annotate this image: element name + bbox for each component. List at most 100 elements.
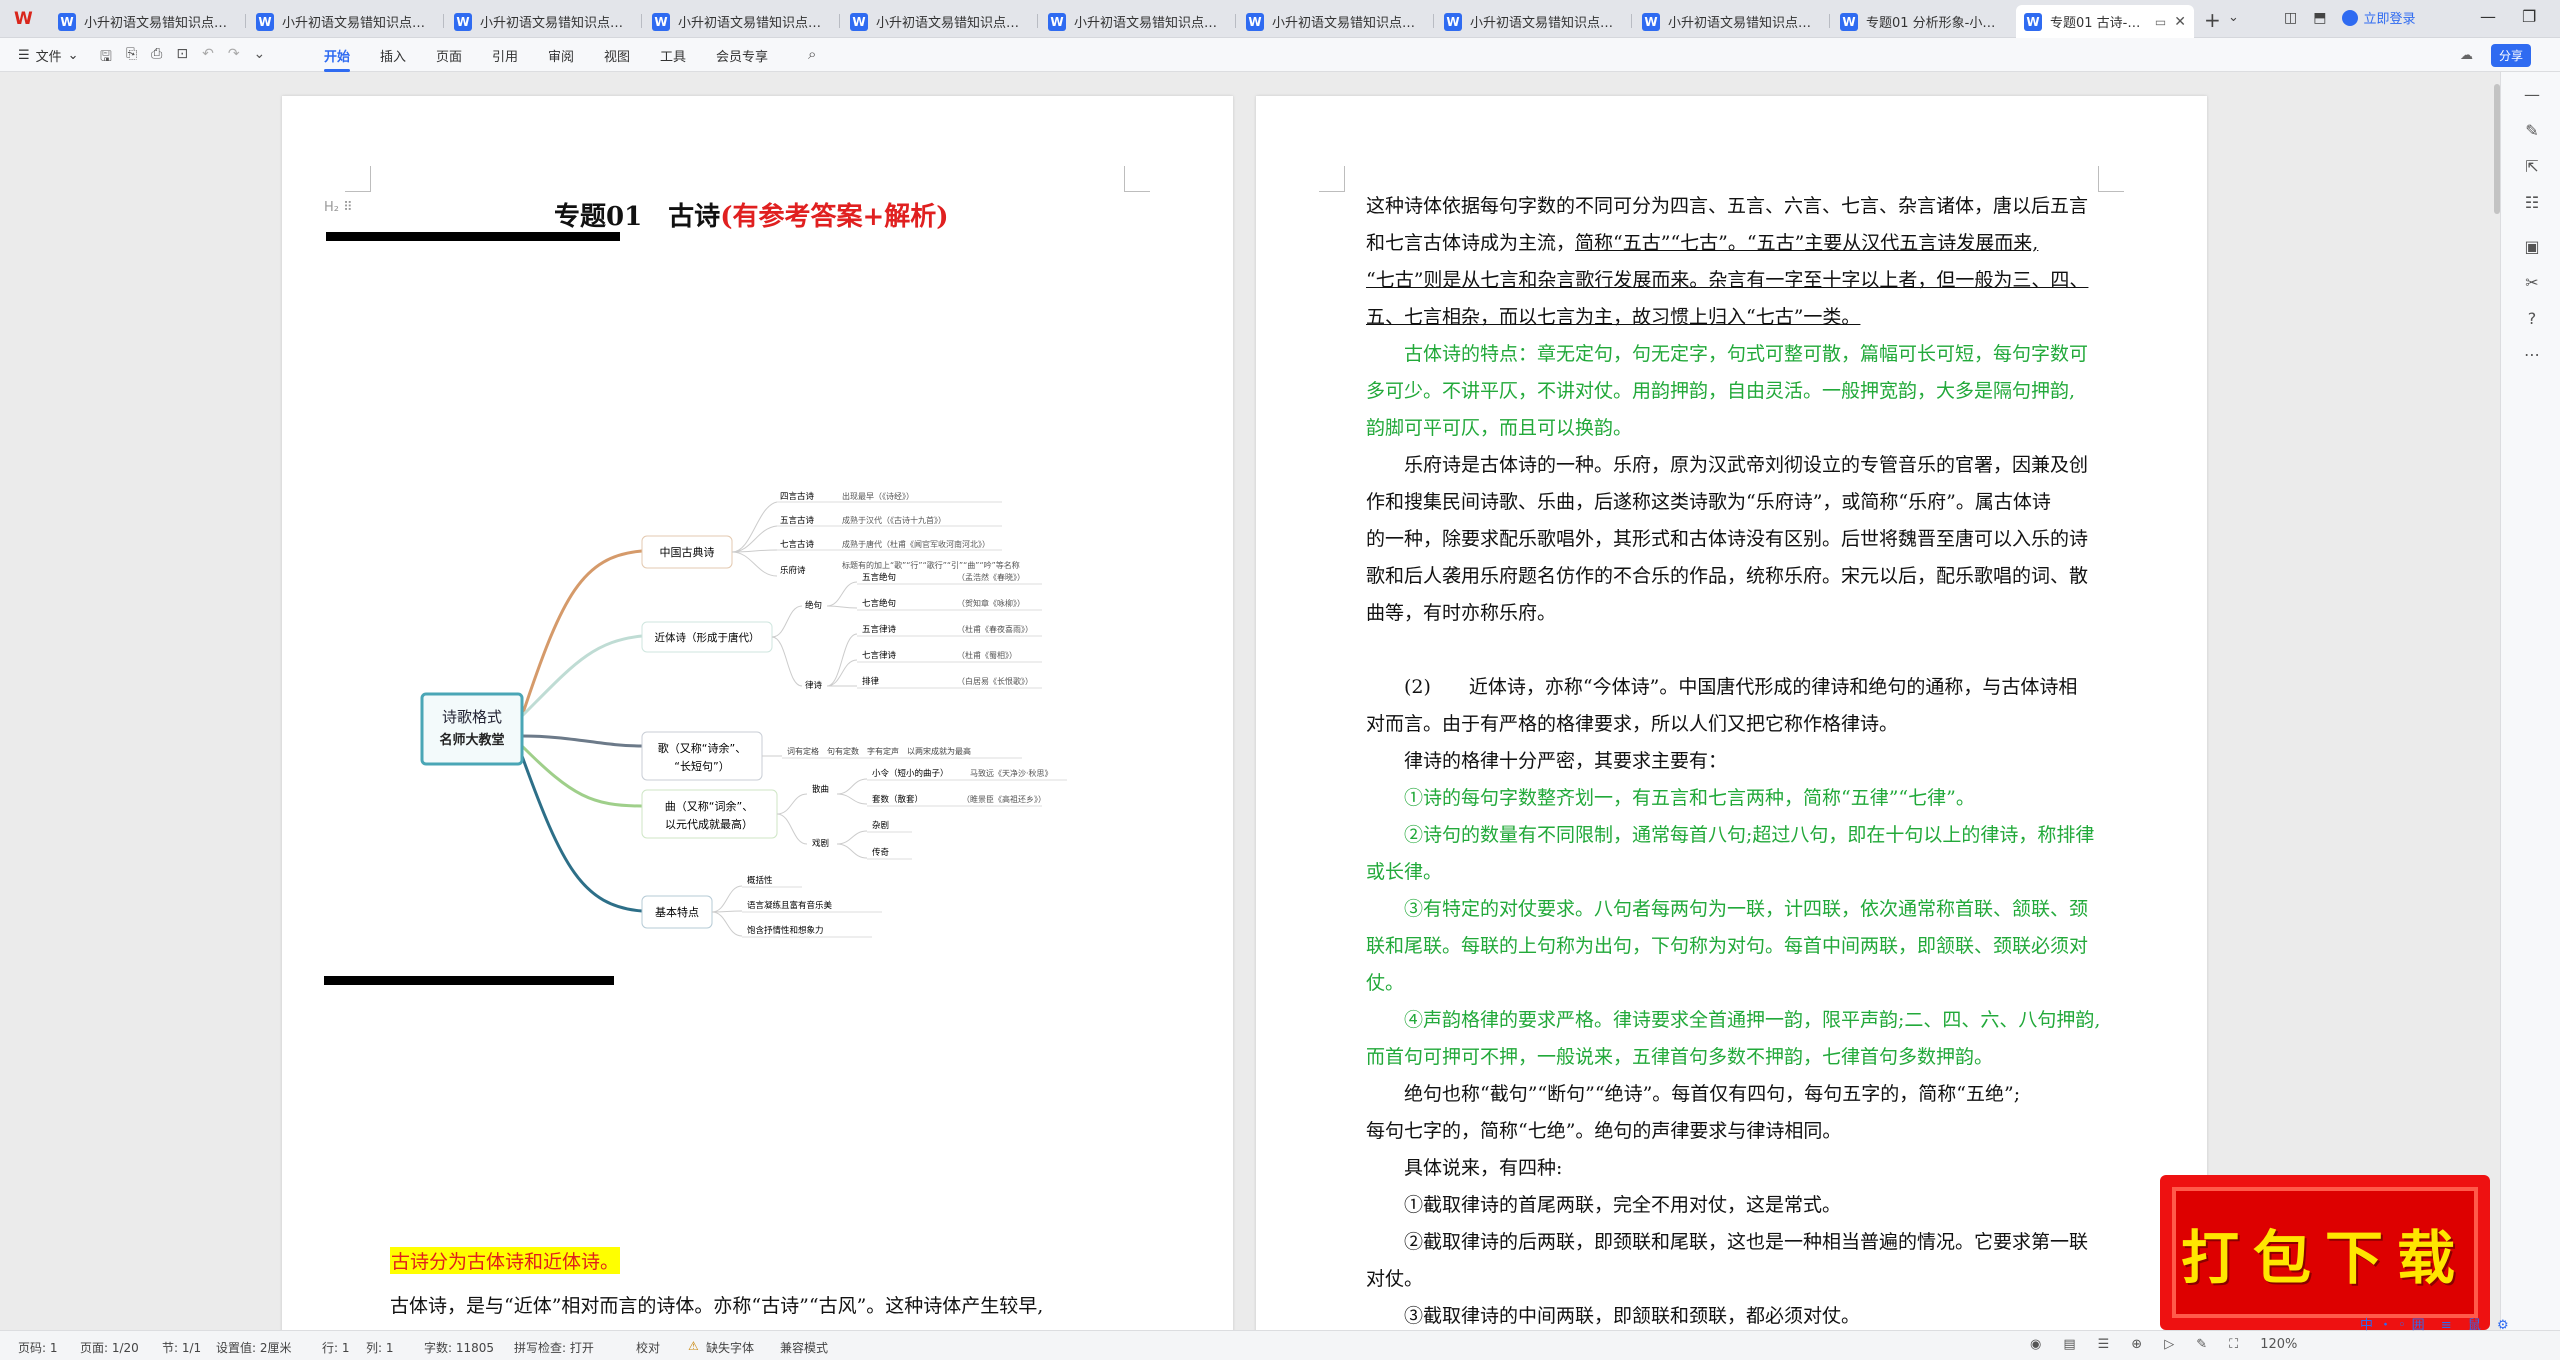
document-tab[interactable]: W 专题01 分析形象-小升初语文 — [1832, 5, 2012, 38]
mindmap-branch: 曲（又称“词余”、 — [665, 799, 753, 813]
document-tab[interactable]: W 小升初语文易错知识点专项练 — [1634, 5, 1824, 38]
tab-review[interactable]: 审阅 — [548, 46, 574, 65]
search-icon[interactable]: ⌕ — [808, 45, 816, 63]
new-tab-icon[interactable]: + — [2204, 8, 2221, 32]
window-layout-icon[interactable]: ◫ — [2284, 10, 2297, 26]
document-page-2[interactable]: 这种诗体依据每句字数的不同可分为四言、五言、六言、七言、杂言诸体，唐以后五言 和七… — [1256, 96, 2207, 1330]
restore-icon[interactable]: ❐ — [2522, 7, 2536, 26]
document-tab[interactable]: W 小升初语文易错知识点专项练 — [1238, 5, 1428, 38]
status-col[interactable]: 列: 1 — [366, 1339, 394, 1356]
status-section[interactable]: 节: 1/1 — [162, 1339, 201, 1356]
fit-page-icon[interactable]: ⛶ — [2229, 1337, 2238, 1352]
tab-tools[interactable]: 工具 — [660, 46, 686, 65]
mindmap-note: （贺知章《咏柳》） — [957, 598, 1025, 608]
export-pdf-icon[interactable]: ⎘ — [126, 46, 137, 70]
text-line: 绝句也称“截句”“断句”“绝诗”。每首仅有四句，每句五字的，简称“五绝”; — [1366, 1076, 2106, 1113]
adjust-icon[interactable]: ☷ — [2523, 194, 2541, 212]
right-sidebar: — ✎ ⇱ ☷ ▣ ✂ ? ⋯ — [2500, 72, 2560, 1330]
zoom-level[interactable]: 120% — [2260, 1337, 2297, 1352]
status-row[interactable]: 行: 1 — [322, 1339, 350, 1356]
download-package-banner[interactable]: 打包下载 — [2160, 1175, 2490, 1330]
text-line: ②截取律诗的后两联，即颈联和尾联，这也是一种相当普遍的情况。它要求第一联 — [1366, 1224, 2106, 1261]
undo-icon[interactable]: ↶ — [202, 46, 214, 70]
heading-style-icon[interactable]: H₂ ⠿ — [324, 200, 353, 215]
text-line: 古体诗的特点：章无定句，句无定字，句式可整可散，篇幅可长可短，每句字数可 — [1366, 336, 2106, 373]
document-workspace[interactable]: H₂ ⠿ 专题01 古诗(有参考答案+解析) 诗歌格式 名师大教堂 中国古典诗 … — [0, 72, 2500, 1330]
mindmap-leaf: 四言古诗 — [780, 491, 815, 502]
collapse-icon[interactable]: — — [2523, 86, 2541, 104]
status-page[interactable]: 页码: 1 — [18, 1339, 58, 1356]
status-setting[interactable]: 设置值: 2厘米 — [216, 1339, 292, 1356]
save-icon[interactable]: 🖫 — [100, 46, 112, 70]
print-icon[interactable]: ⎙ — [151, 46, 162, 70]
tab-home[interactable]: 开始 — [324, 46, 351, 72]
menu-icon: ☰ — [18, 48, 30, 63]
select-cursor-icon[interactable]: ⇱ — [2523, 158, 2541, 176]
document-page-1[interactable]: H₂ ⠿ 专题01 古诗(有参考答案+解析) 诗歌格式 名师大教堂 中国古典诗 … — [282, 96, 1233, 1330]
text-line: 曲等，有时亦称乐府。 — [1366, 595, 2106, 632]
more-chevron-icon[interactable]: ⌄ — [254, 46, 266, 70]
print-preview-icon[interactable]: ⊡ — [176, 46, 188, 70]
warning-icon: ⚠ — [688, 1339, 699, 1353]
redaction-bar — [324, 976, 614, 985]
login-button[interactable]: 立即登录 — [2342, 8, 2415, 27]
word-doc-icon: W — [2024, 12, 2042, 31]
skin-icon[interactable]: ⬒ — [2313, 10, 2326, 26]
mindmap-note: 成熟于唐代（杜甫《闻官军收河南河北》） — [842, 539, 990, 549]
document-tab[interactable]: W 小升初语文易错知识点专项练 — [50, 5, 240, 38]
eye-protect-icon[interactable]: ◉ — [2030, 1337, 2041, 1352]
word-doc-icon: W — [1642, 12, 1660, 31]
document-tab[interactable]: W 小升初语文易错知识点专项练 — [842, 5, 1032, 38]
share-button[interactable]: 分享 — [2491, 44, 2532, 67]
redo-icon[interactable]: ↷ — [228, 46, 240, 70]
screen-icon[interactable]: ▭ — [2155, 15, 2166, 29]
document-tab-active[interactable]: W 专题01 古诗-小升初语 ▭ ✕ — [2016, 5, 2194, 38]
web-view-icon[interactable]: ⊕ — [2131, 1337, 2142, 1352]
help-icon[interactable]: ? — [2523, 310, 2541, 328]
page-view-icon[interactable]: ▤ — [2063, 1337, 2075, 1352]
tab-references[interactable]: 引用 — [492, 46, 518, 65]
tab-label: 小升初语文易错知识点专项练 — [1272, 16, 1420, 31]
status-missing-font[interactable]: 缺失字体 — [706, 1339, 754, 1356]
text-line: “七古”则是从七言和杂言歌行发展而来。杂言有一字至十字以上者，但一般为三、四、 — [1366, 262, 2106, 299]
word-doc-icon: W — [1444, 12, 1462, 31]
file-menu-button[interactable]: ☰ 文件 ⌄ — [18, 46, 79, 65]
tab-label: 小升初语文易错知识点专项练 — [1470, 16, 1618, 31]
status-wordcount[interactable]: 字数: 11805 — [424, 1339, 494, 1356]
mindmap-center: 诗歌格式 — [442, 708, 502, 726]
close-tab-icon[interactable]: ✕ — [2174, 14, 2186, 30]
outline-view-icon[interactable]: ☰ — [2098, 1337, 2110, 1352]
document-tab[interactable]: W 小升初语文易错知识点专项练 — [446, 5, 636, 38]
status-spellcheck[interactable]: 拼写检查: 打开 — [514, 1339, 594, 1356]
tab-view[interactable]: 视图 — [604, 46, 630, 65]
line-text: 作和搜集民间诗歌、乐曲，后遂称这类诗歌为“乐府诗”，或简称“乐府”。属古体诗 — [1366, 491, 2051, 513]
tab-list-chevron-icon[interactable]: ⌄ — [2228, 10, 2239, 25]
document-tab[interactable]: W 小升初语文易错知识点专项练 — [644, 5, 834, 38]
text-line: 多可少。不讲平仄，不讲对仗。用韵押韵，自由灵活。一般押宽韵，大多是隔句押韵, — [1366, 373, 2106, 410]
document-tab[interactable]: W 小升初语文易错知识点专项练 — [248, 5, 438, 38]
text-line: ③截取律诗的中间两联，即颔联和颈联，都必须对仗。 — [1366, 1298, 2106, 1330]
document-tab[interactable]: W 小升初语文易错知识点专项练 — [1436, 5, 1626, 38]
status-proof[interactable]: 校对 — [636, 1339, 660, 1356]
tab-member[interactable]: 会员专享 — [716, 46, 768, 65]
document-tab[interactable]: W 小升初语文易错知识点专项练 — [1040, 5, 1230, 38]
write-mode-icon[interactable]: ✎ — [2196, 1337, 2207, 1352]
margin-mark — [1124, 166, 1150, 192]
tab-insert[interactable]: 插入 — [380, 46, 406, 65]
status-pages[interactable]: 页面: 1/20 — [80, 1339, 139, 1356]
wps-logo-icon[interactable]: W — [14, 9, 36, 29]
title-tab-bar: W W 小升初语文易错知识点专项练 W 小升初语文易错知识点专项练 W 小升初语… — [0, 0, 2560, 38]
page-title: 专题01 古诗(有参考答案+解析) — [554, 196, 949, 233]
line-text: 这种诗体依据每句字数的不同可分为四言、五言、六言、七言、杂言诸体，唐以后五言 — [1366, 195, 2089, 217]
cloud-icon[interactable]: ☁ — [2460, 48, 2473, 63]
line-text: ④声韵格律的要求严格。律诗要求全首通押一韵，限平声韵;二、四、六、八句押韵, — [1404, 1009, 2101, 1031]
edit-pen-icon[interactable]: ✎ — [2523, 122, 2541, 140]
input-method-toolbar[interactable]: 中・◦囲 ≡ 鼠 ⚙ — [2360, 1314, 2515, 1333]
tab-page[interactable]: 页面 — [436, 46, 462, 65]
image-icon[interactable]: ▣ — [2523, 238, 2541, 256]
line-text: 和七言古体诗成为主流， — [1366, 232, 1576, 254]
minimize-icon[interactable]: — — [2480, 7, 2496, 26]
more-icon[interactable]: ⋯ — [2523, 346, 2541, 364]
tools-icon[interactable]: ✂ — [2523, 274, 2541, 292]
read-mode-icon[interactable]: ▷ — [2164, 1337, 2174, 1352]
